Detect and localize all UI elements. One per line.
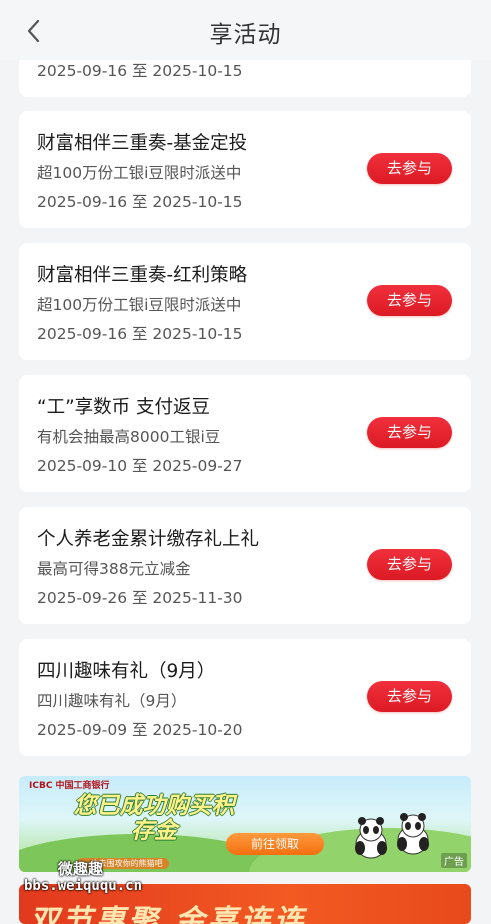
activity-card[interactable]: “工”享数币 支付返豆 有机会抽最高8000工银i豆 2025-09-10 至 …	[19, 375, 471, 492]
activity-date: 2025-09-16 至 2025-10-15	[37, 325, 243, 343]
banner-cta-button[interactable]: 前往领取	[226, 833, 324, 855]
activity-date: 2025-09-10 至 2025-09-27	[37, 457, 243, 475]
activity-card[interactable]: 个人养老金累计缴存礼上礼 最高可得388元立减金 2025-09-26 至 20…	[19, 507, 471, 624]
activity-card[interactable]: 财富相伴三重奏-基金定投 超100万份工银i豆限时派送中 2025-09-16 …	[19, 111, 471, 228]
panda-icon	[355, 817, 387, 859]
activity-subtitle: 四川趣味有礼（9月）	[37, 692, 187, 710]
activity-subtitle: 最高可得388元立减金	[37, 560, 191, 578]
watermark-title: 微趣趣	[58, 860, 104, 878]
page-title: 享活动	[209, 22, 282, 48]
activity-subtitle: 有机会抽最高8000工银i豆	[37, 428, 221, 446]
icbc-logo: ICBC 中国工商银行	[29, 781, 110, 791]
activity-title: 四川趣味有礼（9月）	[37, 661, 216, 682]
join-button[interactable]: 去参与	[367, 153, 452, 184]
activity-date: 2025-09-26 至 2025-11-30	[37, 589, 243, 607]
activity-date: 2025-09-16 至 2025-10-15	[37, 62, 243, 80]
activity-title: “工”享数币 支付返豆	[37, 397, 211, 418]
join-button[interactable]: 去参与	[367, 417, 452, 448]
activity-date: 2025-09-16 至 2025-10-15	[37, 193, 243, 211]
activity-subtitle: 超100万份工银i豆限时派送中	[37, 164, 242, 182]
activity-title: 个人养老金累计缴存礼上礼	[37, 529, 260, 550]
watermark-url: bbs.weiququ.cn	[24, 878, 143, 894]
panda-icon	[397, 813, 429, 855]
join-button[interactable]: 去参与	[367, 549, 452, 580]
activity-title: 财富相伴三重奏-基金定投	[37, 133, 248, 154]
activity-subtitle: 超100万份工银i豆限时派送中	[37, 296, 242, 314]
activity-date: 2025-09-09 至 2025-10-20	[37, 721, 243, 739]
activity-card[interactable]: 财富相伴三重奏-红利策略 超100万份工银i豆限时派送中 2025-09-16 …	[19, 243, 471, 360]
join-button[interactable]: 去参与	[367, 681, 452, 712]
join-button[interactable]: 去参与	[367, 285, 452, 316]
banner-headline: 您已成功购买积存金	[73, 793, 235, 844]
ad-label: 广告	[441, 853, 467, 868]
top-bar: 享活动	[0, 0, 491, 60]
activity-title: 财富相伴三重奏-红利策略	[37, 265, 248, 286]
activity-card[interactable]: 四川趣味有礼（9月） 四川趣味有礼（9月） 2025-09-09 至 2025-…	[19, 639, 471, 756]
